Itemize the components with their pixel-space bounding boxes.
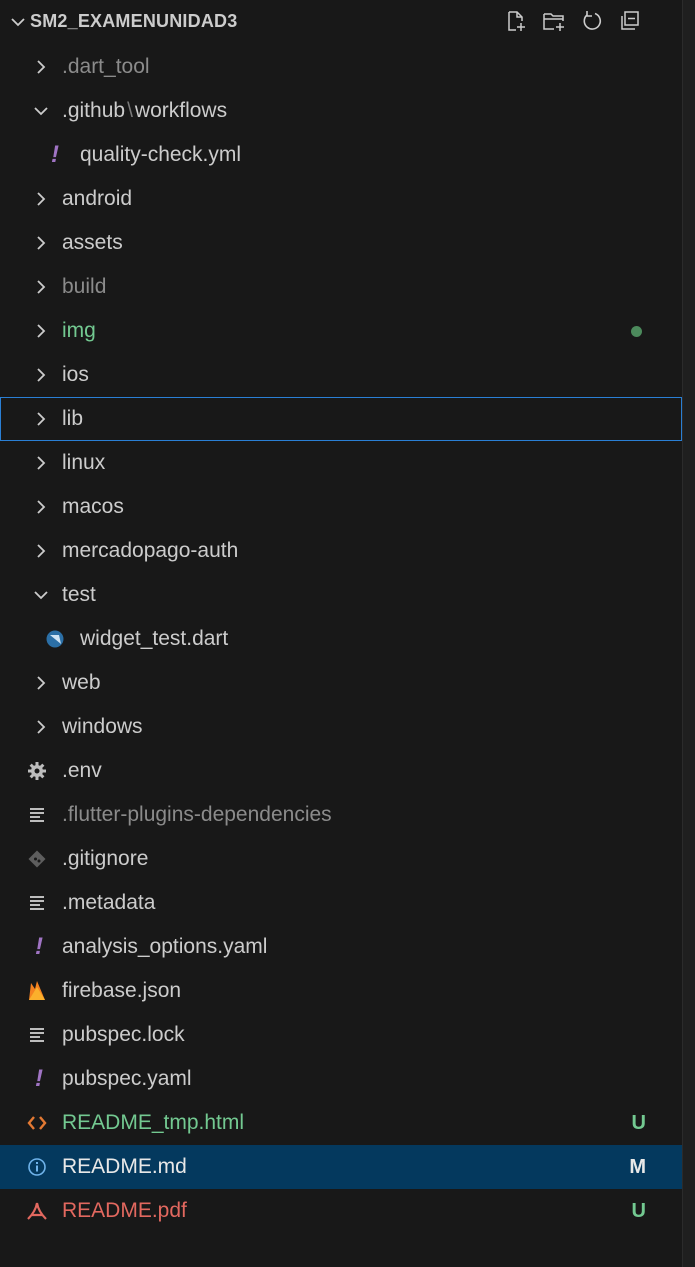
tree-item-readme-tmp[interactable]: README_tmp.html U [0,1101,682,1145]
chevron-right-icon [37,676,46,690]
tree-item-img[interactable]: img [0,309,682,353]
tree-item-label: .flutter-plugins-dependencies [62,803,332,826]
tree-item-flutter-plugins-dependencies[interactable]: .flutter-plugins-dependencies [0,793,682,837]
tree-item-firebase[interactable]: firebase.json [0,969,682,1013]
firebase-icon [26,980,48,1002]
tree-item-build[interactable]: build [0,265,682,309]
chevron-right-icon [37,720,46,734]
new-file-icon[interactable] [504,8,528,34]
yaml-file-icon: ! [35,1065,43,1092]
tree-item-github-workflows[interactable]: .github\workflows [0,89,682,133]
tree-item-label: lib [62,407,84,430]
chevron-right-icon [37,456,46,470]
folder-name: .github [62,99,126,122]
folder-name: workflows [134,99,228,122]
tree-item-label: README.pdf [62,1199,187,1222]
new-folder-icon[interactable] [542,8,566,34]
tree-item-pubspec-lock[interactable]: pubspec.lock [0,1013,682,1057]
tree-item-metadata[interactable]: .metadata [0,881,682,925]
tree-item-label: img [62,319,96,342]
yaml-file-icon: ! [51,141,59,168]
collapse-all-icon[interactable] [618,8,642,34]
chevron-down-icon[interactable] [8,12,28,32]
tree-item-analysis-options[interactable]: ! analysis_options.yaml [0,925,682,969]
tree-item-dart-tool[interactable]: .dart_tool [0,45,682,89]
tree-item-quality-check[interactable]: ! quality-check.yml [0,133,682,177]
tree-item-widget-test[interactable]: widget_test.dart [0,617,682,661]
chevron-right-icon [37,368,46,382]
tree-item-android[interactable]: android [0,177,682,221]
tree-item-label: linux [62,451,106,474]
tree-item-label: test [62,583,96,606]
tree-item-label: .dart_tool [62,55,150,78]
tree-item-mercadopago-auth[interactable]: mercadopago-auth [0,529,682,573]
chevron-right-icon [37,324,46,338]
tree-item-label: pubspec.yaml [62,1067,192,1090]
explorer-header[interactable]: SM2_EXAMENUNIDAD3 [0,0,682,44]
tree-item-macos[interactable]: macos [0,485,682,529]
tree-item-label: widget_test.dart [80,627,229,650]
tree-item-label: ios [62,363,89,386]
info-icon [26,1156,48,1178]
chevron-right-icon [37,544,46,558]
tree-item-gitignore[interactable]: .gitignore [0,837,682,881]
chevron-right-icon [37,60,46,74]
chevron-right-icon [37,412,46,426]
tree-item-label: README.md [62,1155,187,1178]
tree-item-label: android [62,187,133,210]
file-tree: .dart_tool .github\workflows ! quality-c… [0,45,682,1233]
tree-item-label: .env [62,759,102,782]
git-status-badge: U [631,1112,646,1134]
vertical-scrollbar[interactable] [682,0,695,1267]
yaml-file-icon: ! [35,933,43,960]
html-file-icon [26,1112,48,1134]
tree-item-web[interactable]: web [0,661,682,705]
tree-item-label: pubspec.lock [62,1023,185,1046]
lines-file-icon [26,1024,48,1046]
tree-item-label: build [62,275,107,298]
path-separator: \ [127,99,133,122]
git-status-dot [631,326,642,337]
tree-item-ios[interactable]: ios [0,353,682,397]
workspace-title[interactable]: SM2_EXAMENUNIDAD3 [30,11,237,32]
dart-file-icon [44,628,66,650]
tree-item-label: .gitignore [62,847,149,870]
tree-item-label: firebase.json [62,979,182,1002]
chevron-right-icon [37,236,46,250]
refresh-icon[interactable] [580,8,604,34]
chevron-right-icon [37,280,46,294]
tree-item-label: .metadata [62,891,156,914]
tree-item-label: mercadopago-auth [62,539,239,562]
tree-item-label: quality-check.yml [80,143,242,166]
tree-item-linux[interactable]: linux [0,441,682,485]
git-status-badge: M [629,1156,646,1178]
tree-item-label: windows [62,715,143,738]
chevron-right-icon [37,500,46,514]
chevron-down-icon [34,107,48,116]
tree-item-label: macos [62,495,124,518]
lines-file-icon [26,892,48,914]
tree-item-label: analysis_options.yaml [62,935,268,958]
tree-item-pubspec-yaml[interactable]: ! pubspec.yaml [0,1057,682,1101]
pdf-file-icon [26,1200,48,1222]
file-explorer: SM2_EXAMENUNIDAD3 .dart_tool .github\wor… [0,0,682,1267]
tree-item-readme-pdf[interactable]: README.pdf U [0,1189,682,1233]
git-status-badge: U [631,1200,646,1222]
git-file-icon [26,848,48,870]
tree-item-label: web [62,671,101,694]
tree-item-test[interactable]: test [0,573,682,617]
tree-item-lib[interactable]: lib [0,397,682,441]
tree-item-readme-md[interactable]: README.md M [0,1145,682,1189]
tree-item-assets[interactable]: assets [0,221,682,265]
chevron-down-icon [34,591,48,600]
chevron-right-icon [37,192,46,206]
tree-item-label: README_tmp.html [62,1111,245,1134]
tree-item-label: .github\workflows [62,89,227,133]
explorer-actions [504,8,642,34]
tree-item-env[interactable]: .env [0,749,682,793]
gear-icon [26,760,48,782]
tree-item-windows[interactable]: windows [0,705,682,749]
lines-file-icon [26,804,48,826]
tree-item-label: assets [62,231,123,254]
